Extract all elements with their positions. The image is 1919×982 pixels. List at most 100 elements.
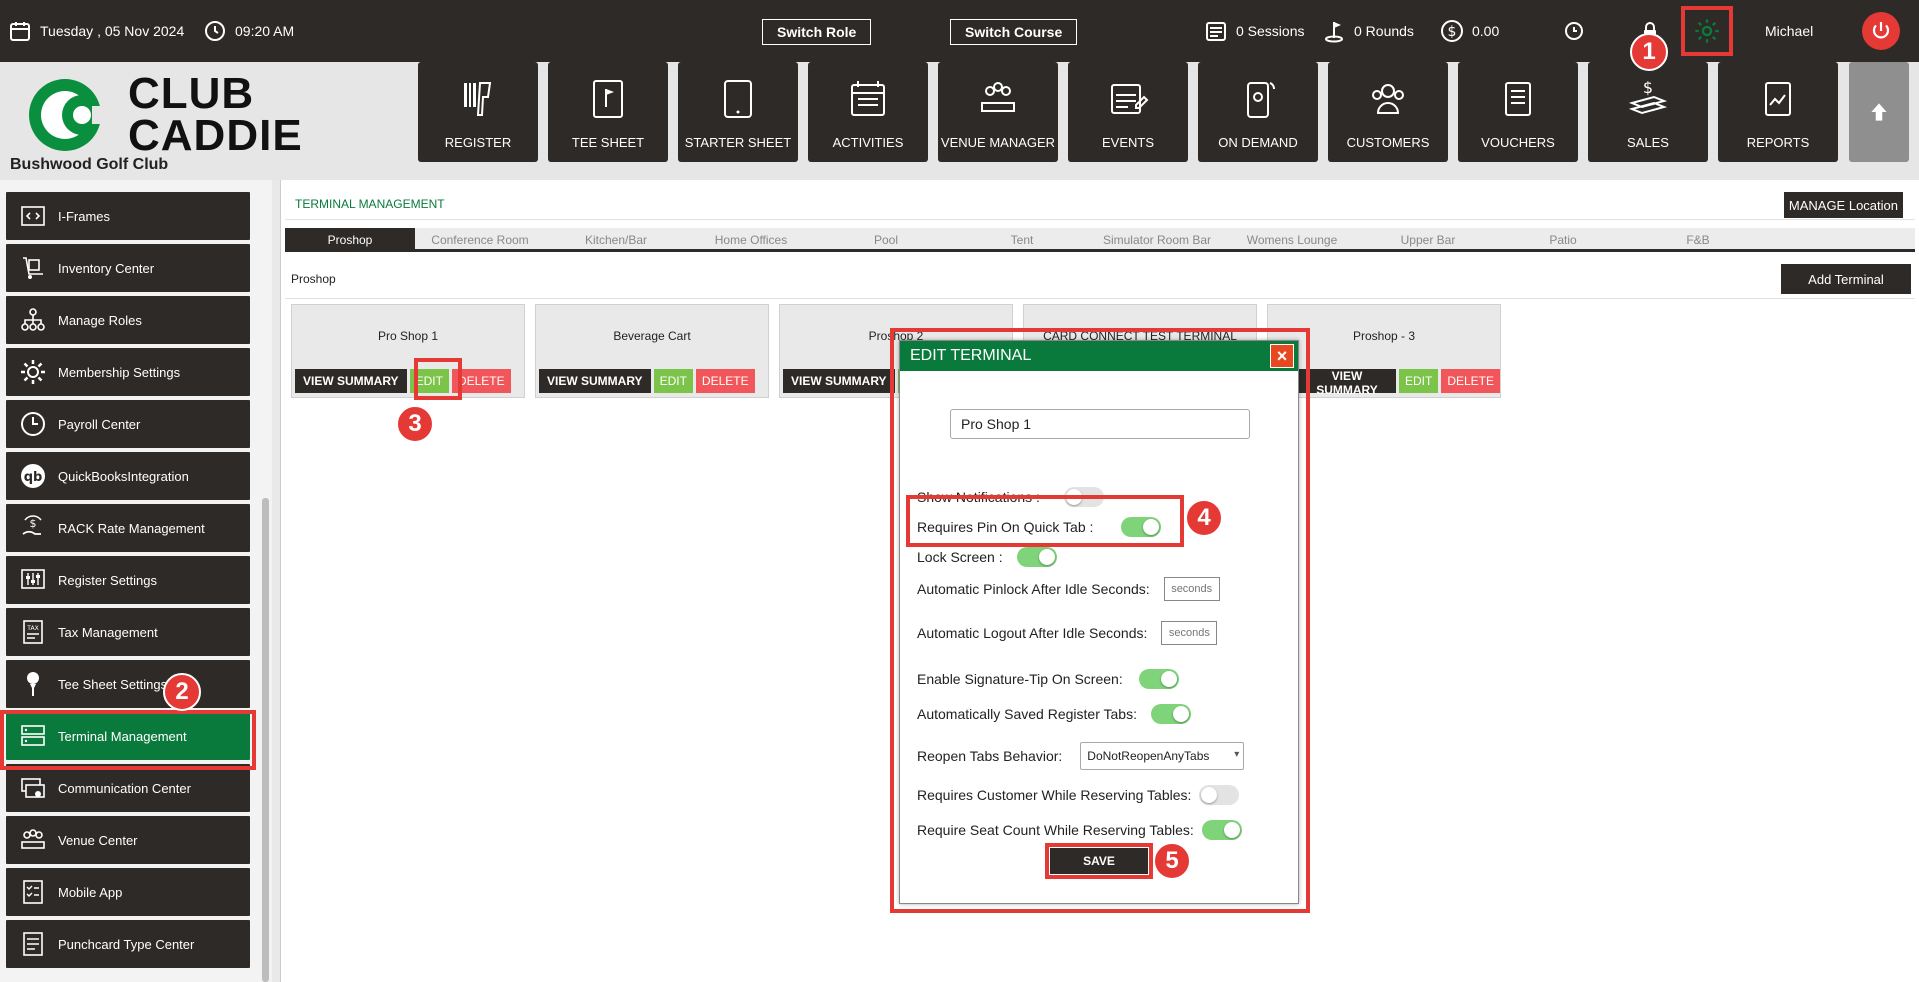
reports-icon (1765, 82, 1791, 116)
add-terminal-button[interactable]: Add Terminal (1781, 264, 1911, 294)
sessions-display[interactable]: 0 Sessions (1204, 0, 1304, 62)
sidebar-item-mobile-app[interactable]: Mobile App (6, 868, 250, 916)
sidebar-item-label: RACK Rate Management (58, 520, 205, 536)
reopen-tabs-select[interactable]: DoNotReopenAnyTabs (1080, 742, 1245, 770)
tile-sales[interactable]: $ SALES (1588, 62, 1708, 162)
delete-button[interactable]: DELETE (695, 369, 755, 393)
sidebar-item-quickbooks[interactable]: qb QuickBooksIntegration (6, 452, 250, 500)
history-button[interactable] (1562, 0, 1594, 62)
checklist-icon (18, 877, 48, 907)
edit-button[interactable]: EDIT (1398, 369, 1439, 393)
callout-1: 1 (1630, 33, 1668, 71)
switch-role-button[interactable]: Switch Role (762, 19, 872, 45)
terminal-name-input[interactable] (950, 409, 1250, 439)
sidebar-scrollbar[interactable] (262, 498, 269, 982)
sidebar-item-communication-center[interactable]: Communication Center (6, 764, 250, 812)
terminal-card: Pro Shop 1 VIEW SUMMARY EDIT DELETE (291, 304, 525, 398)
sidebar-item-register-settings[interactable]: Register Settings (6, 556, 250, 604)
balance-text: 0.00 (1472, 23, 1500, 39)
view-summary-button[interactable]: VIEW SUMMARY (1298, 369, 1396, 397)
lock-screen-toggle[interactable] (1016, 547, 1057, 567)
tile-customers[interactable]: CUSTOMERS (1328, 62, 1448, 162)
save-button[interactable]: SAVE (1050, 848, 1148, 874)
tile-tee-sheet[interactable]: TEE SHEET (548, 62, 668, 162)
logo-line-2: CADDIE (128, 111, 303, 160)
view-summary-button[interactable]: VIEW SUMMARY (783, 369, 895, 393)
sidebar-item-tax-management[interactable]: TAX Tax Management (6, 608, 250, 656)
view-summary-button[interactable]: VIEW SUMMARY (295, 369, 407, 393)
tile-venue-manager[interactable]: VENUE MANAGER (938, 62, 1058, 162)
auto-saved-toggle[interactable] (1150, 704, 1191, 724)
pinlock-label: Automatic Pinlock After Idle Seconds: (917, 581, 1150, 597)
modal-title: EDIT TERMINAL (910, 347, 1032, 364)
tile-events[interactable]: EVENTS (1068, 62, 1188, 162)
close-button[interactable]: × (1270, 344, 1294, 368)
tab-conference-room[interactable]: Conference Room (415, 228, 545, 252)
history-icon (1565, 22, 1583, 40)
signature-tip-label: Enable Signature-Tip On Screen: (917, 671, 1123, 687)
sidebar-item-inventory-center[interactable]: Inventory Center (6, 244, 250, 292)
tab-upper-bar[interactable]: Upper Bar (1363, 228, 1493, 252)
sidebar-item-rack-rate[interactable]: $ RACK Rate Management (6, 504, 250, 552)
location-tabs: Proshop Conference Room Kitchen/Bar Home… (285, 228, 1915, 252)
dollar-icon: $ (1441, 20, 1463, 42)
settings-button[interactable] (1681, 6, 1733, 56)
sidebar-item-label: Mobile App (58, 884, 123, 900)
time-text: 09:20 AM (235, 23, 295, 39)
tile-register[interactable]: REGISTER (418, 62, 538, 162)
balance-display[interactable]: $ 0.00 (1440, 0, 1499, 62)
req-customer-toggle[interactable] (1199, 785, 1240, 805)
tab-pool[interactable]: Pool (821, 228, 951, 252)
tab-f-and-b[interactable]: F&B (1633, 228, 1763, 252)
delete-button[interactable]: DELETE (1441, 369, 1500, 393)
sidebar-item-label: Tax Management (58, 624, 158, 640)
switch-course-button[interactable]: Switch Course (950, 19, 1078, 45)
view-summary-button[interactable]: VIEW SUMMARY (539, 369, 651, 393)
edit-button[interactable]: EDIT (653, 369, 693, 393)
logout-button[interactable] (1862, 12, 1900, 50)
logout-row: Automatic Logout After Idle Seconds: (917, 621, 1218, 645)
tile-vouchers[interactable]: VOUCHERS (1458, 62, 1578, 162)
highlight-edit-button (414, 358, 462, 400)
tile-reports[interactable]: REPORTS (1718, 62, 1838, 162)
callout-5: 5 (1153, 842, 1191, 880)
sidebar-item-punchcard-type-center[interactable]: Punchcard Type Center (6, 920, 250, 968)
sidebar-item-label: I-Frames (58, 208, 110, 224)
tab-patio[interactable]: Patio (1498, 228, 1628, 252)
logout-seconds-input[interactable] (1161, 621, 1218, 645)
events-icon (1111, 84, 1149, 114)
sidebar-item-venue-center[interactable]: Venue Center (6, 816, 250, 864)
tab-tent[interactable]: Tent (957, 228, 1087, 252)
communication-icon (18, 773, 48, 803)
tab-womens-lounge[interactable]: Womens Lounge (1227, 228, 1357, 252)
divider (285, 298, 1915, 299)
manage-location-button[interactable]: MANAGE Location (1783, 192, 1903, 218)
sidebar-item-label: Manage Roles (58, 312, 142, 328)
pinlock-seconds-input[interactable] (1163, 577, 1220, 601)
dolly-icon (18, 253, 48, 283)
sidebar-item-tee-sheet-settings[interactable]: Tee Sheet Settings (6, 660, 250, 708)
rounds-display[interactable]: 0 Rounds (1322, 0, 1414, 62)
tile-activities[interactable]: ACTIVITIES (808, 62, 928, 162)
tile-starter-sheet[interactable]: STARTER SHEET (678, 62, 798, 162)
tab-proshop[interactable]: Proshop (285, 228, 415, 252)
tab-home-offices[interactable]: Home Offices (686, 228, 816, 252)
sidebar-item-manage-roles[interactable]: Manage Roles (6, 296, 250, 344)
sidebar-item-membership-settings[interactable]: Membership Settings (6, 348, 250, 396)
user-name[interactable]: Michael (1765, 0, 1813, 62)
tab-kitchen-bar[interactable]: Kitchen/Bar (551, 228, 681, 252)
svg-text:TAX: TAX (26, 625, 38, 632)
req-seat-toggle[interactable] (1201, 820, 1242, 840)
tile-on-demand[interactable]: ON DEMAND (1198, 62, 1318, 162)
sidebar-item-i-frames[interactable]: I-Frames (6, 192, 250, 240)
tab-simulator-room-bar[interactable]: Simulator Room Bar (1092, 228, 1222, 252)
date-text: Tuesday , 05 Nov 2024 (40, 23, 185, 39)
club-caddie-logo: CLUB CADDIE (10, 70, 310, 160)
reopen-tabs-value: DoNotReopenAnyTabs (1087, 749, 1210, 763)
panel-header: TERMINAL MANAGEMENT MANAGE Location (285, 186, 1915, 220)
signature-tip-toggle[interactable] (1138, 669, 1179, 689)
calendar-icon (10, 22, 30, 41)
sidebar-item-payroll-center[interactable]: Payroll Center (6, 400, 250, 448)
scroll-up-button[interactable] (1849, 62, 1909, 162)
logo-mark-icon (29, 79, 130, 151)
